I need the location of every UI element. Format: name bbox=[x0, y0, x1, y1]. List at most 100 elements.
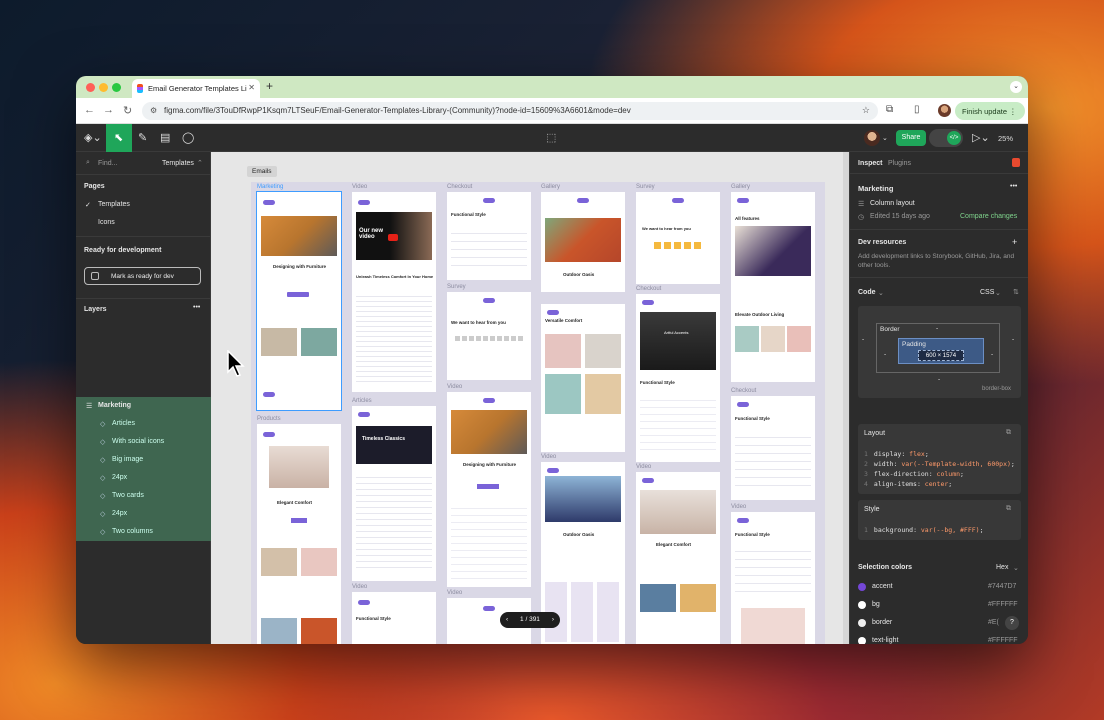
email-card-video-3[interactable]: Designing with Furniture bbox=[447, 392, 531, 587]
layer-two-columns[interactable]: Two columns bbox=[112, 528, 153, 535]
color-hex[interactable]: #E( bbox=[988, 619, 999, 626]
new-tab-icon[interactable]: + bbox=[266, 79, 273, 93]
frame-label-checkout-3[interactable]: Video bbox=[731, 504, 746, 510]
frame-label-gallery-2[interactable]: Gallery bbox=[731, 184, 750, 190]
maximize-window-icon[interactable] bbox=[112, 83, 121, 92]
add-icon[interactable]: + bbox=[1012, 237, 1017, 247]
comment-icon[interactable]: ◯ bbox=[182, 131, 194, 144]
tab-inspect[interactable]: Inspect bbox=[858, 160, 883, 167]
figma-menu-icon[interactable]: ◈⌄ bbox=[84, 131, 102, 144]
extensions-icon[interactable]: ⧉ bbox=[886, 104, 893, 115]
layer-articles[interactable]: Articles bbox=[112, 420, 135, 427]
reload-icon[interactable]: ↻ bbox=[123, 104, 132, 117]
email-card-checkout[interactable]: Functional Style bbox=[447, 192, 531, 280]
avatar-chevron-icon[interactable]: ⌄ bbox=[882, 134, 888, 142]
templates-page-selector[interactable]: Templates bbox=[162, 160, 194, 167]
tab-list-chevron-icon[interactable]: ⌄ bbox=[1010, 81, 1022, 93]
minimize-window-icon[interactable] bbox=[99, 83, 108, 92]
compare-changes-link[interactable]: Compare changes bbox=[960, 213, 1017, 220]
frame-label-checkout[interactable]: Checkout bbox=[447, 184, 472, 190]
layer-social-icons[interactable]: With social icons bbox=[112, 438, 164, 445]
share-button[interactable]: Share bbox=[896, 130, 926, 146]
frame-label-video-3[interactable]: Video bbox=[447, 384, 462, 390]
profile-avatar[interactable] bbox=[938, 104, 951, 117]
layer-two-cards[interactable]: Two cards bbox=[112, 492, 144, 499]
settings-icon[interactable]: ⇅ bbox=[1013, 288, 1019, 296]
email-card-video-7[interactable]: Elegant Comfort bbox=[636, 472, 720, 644]
email-card-video-6[interactable]: Artful Accents Functional Style bbox=[636, 294, 720, 462]
dev-mode-toggle[interactable]: </> bbox=[929, 129, 963, 147]
email-card-survey-2[interactable]: We want to hear from you bbox=[636, 192, 720, 284]
frame-label-survey-2[interactable]: Survey bbox=[447, 284, 466, 290]
frame-label-video-5[interactable]: Video bbox=[541, 454, 556, 460]
prev-frame-icon[interactable]: ‹ bbox=[506, 612, 508, 628]
page-item-templates[interactable]: Templates bbox=[98, 201, 130, 208]
frame-label-video-7[interactable]: Video bbox=[636, 464, 651, 470]
email-card-survey[interactable]: We want to hear from you bbox=[447, 292, 531, 380]
code-lang-select[interactable]: CSS bbox=[980, 289, 994, 296]
close-window-icon[interactable] bbox=[86, 83, 95, 92]
email-card-gallery-2[interactable]: Versatile Comfort bbox=[541, 304, 625, 452]
finish-update-button[interactable]: Finish update ⋮ bbox=[955, 102, 1025, 120]
copy-icon[interactable]: ⧉ bbox=[1006, 429, 1011, 437]
tab-plugins[interactable]: Plugins bbox=[888, 160, 911, 167]
email-card-functional[interactable]: Functional Style bbox=[352, 592, 436, 644]
frame-label-articles[interactable]: Articles bbox=[352, 398, 372, 404]
page-item-icons[interactable]: Icons bbox=[98, 219, 115, 226]
frame-label-video-4[interactable]: Video bbox=[447, 590, 462, 596]
frame-pager[interactable]: ‹ 1 / 391 › bbox=[500, 612, 560, 628]
chevron-down-icon[interactable]: ⌄ bbox=[878, 289, 884, 297]
sidebar-icon[interactable]: ▯ bbox=[914, 104, 920, 115]
frame-label-video[interactable]: Video bbox=[352, 184, 367, 190]
bookmark-star-icon[interactable]: ☆ bbox=[862, 105, 870, 116]
color-hex[interactable]: #7447D7 bbox=[988, 583, 1016, 590]
plugin-icon[interactable] bbox=[1012, 158, 1020, 167]
email-card-gallery-3[interactable]: All features Elevate Outdoor Living bbox=[731, 192, 815, 382]
frame-label-video-2[interactable]: Video bbox=[352, 584, 367, 590]
copy-icon[interactable]: ⧉ bbox=[1006, 505, 1011, 513]
chevron-up-icon[interactable]: ⌃ bbox=[197, 159, 203, 167]
document-icon[interactable]: ▤ bbox=[160, 131, 170, 144]
help-icon[interactable]: ? bbox=[1005, 616, 1019, 630]
search-icon[interactable]: ⌕ bbox=[86, 159, 90, 167]
user-avatar[interactable] bbox=[864, 130, 880, 146]
site-info-icon[interactable]: ⚙ bbox=[150, 106, 157, 115]
email-card-articles[interactable]: Timeless Classics bbox=[352, 406, 436, 581]
comment-pen-icon[interactable]: ✎ bbox=[138, 131, 147, 144]
frame-label-products[interactable]: Products bbox=[257, 416, 281, 422]
frame-label-marketing[interactable]: Marketing bbox=[257, 184, 283, 190]
email-card-checkout-2[interactable]: Functional Style bbox=[731, 396, 815, 500]
frame-label-video-6[interactable]: Checkout bbox=[636, 286, 661, 292]
forward-icon[interactable]: → bbox=[103, 104, 114, 116]
chevron-down-icon[interactable]: ⌄ bbox=[1013, 564, 1019, 572]
chevron-down-icon[interactable]: ⌄ bbox=[995, 289, 1001, 297]
email-card-gallery[interactable]: Outdoor Oasis bbox=[541, 192, 625, 292]
back-icon[interactable]: ← bbox=[84, 104, 95, 116]
zoom-level[interactable]: 25% bbox=[998, 134, 1013, 143]
color-hex[interactable]: #FFFFFF bbox=[988, 601, 1018, 608]
close-tab-icon[interactable]: ✕ bbox=[248, 83, 255, 92]
more-icon[interactable]: ••• bbox=[193, 304, 200, 311]
layer-24px[interactable]: 24px bbox=[112, 474, 127, 481]
layer-24px-2[interactable]: 24px bbox=[112, 510, 127, 517]
color-hex[interactable]: #FFFFFF bbox=[988, 637, 1018, 644]
email-card-checkout-3[interactable]: Functional Style bbox=[731, 512, 815, 644]
design-canvas[interactable]: Emails Marketing Video Checkout Gallery … bbox=[211, 152, 849, 644]
email-card-products[interactable]: Elegant Comfort bbox=[257, 424, 341, 644]
frame-icon[interactable]: ⬚ bbox=[546, 131, 556, 144]
next-frame-icon[interactable]: › bbox=[552, 612, 554, 628]
layer-big-image[interactable]: Big image bbox=[112, 456, 143, 463]
layer-marketing[interactable]: Marketing bbox=[98, 402, 131, 409]
more-icon[interactable]: ••• bbox=[1010, 183, 1017, 190]
frame-label-checkout-2[interactable]: Checkout bbox=[731, 388, 756, 394]
color-format-select[interactable]: Hex bbox=[996, 564, 1008, 571]
find-input[interactable]: Find... bbox=[98, 160, 117, 167]
email-card-video[interactable]: Our new video Unleash Timeless Comfort I… bbox=[352, 192, 436, 392]
browser-tab[interactable]: Email Generator Templates Li ✕ bbox=[132, 79, 260, 98]
section-label[interactable]: Emails bbox=[247, 166, 277, 177]
url-field[interactable]: ⚙ figma.com/file/3TouDfRwpP1Ksqm7LTSeuF/… bbox=[142, 102, 878, 120]
frame-label-survey[interactable]: Survey bbox=[636, 184, 655, 190]
frame-label-gallery[interactable]: Gallery bbox=[541, 184, 560, 190]
present-icon[interactable]: ▷⌄ bbox=[972, 131, 990, 144]
mark-ready-button[interactable]: Mark as ready for dev bbox=[84, 267, 201, 285]
